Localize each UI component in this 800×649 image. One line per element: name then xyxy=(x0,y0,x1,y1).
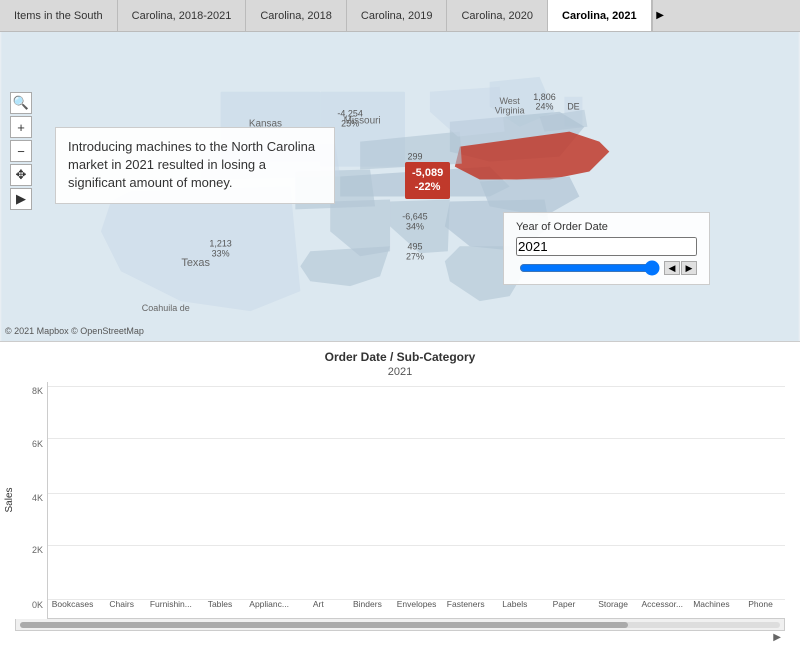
bars-container xyxy=(48,382,785,596)
bar-label: Labels xyxy=(490,596,539,618)
svg-text:34%: 34% xyxy=(406,221,424,231)
chart-area: Sales 8K 6K 4K 2K 0K Bookcase xyxy=(15,382,785,619)
tabs-bar: Items in the South Carolina, 2018-2021 C… xyxy=(0,0,800,32)
bar-label: Art xyxy=(294,596,343,618)
y-tick-4k: 4K xyxy=(32,493,43,503)
bar-label: Chairs xyxy=(97,596,146,618)
year-filter-label: Year of Order Date xyxy=(516,221,697,233)
svg-text:-6,645: -6,645 xyxy=(402,211,427,221)
bar-label: Paper xyxy=(539,596,588,618)
chart-subtitle: 2021 xyxy=(15,366,785,378)
tab-carolina-2018-2021[interactable]: Carolina, 2018-2021 xyxy=(118,0,247,31)
bar-label: Machines xyxy=(687,596,736,618)
bar-label: Storage xyxy=(589,596,638,618)
map-controls: 🔍 + − ✥ ▶ xyxy=(10,92,32,210)
search-button[interactable]: 🔍 xyxy=(10,92,32,114)
chart-title: Order Date / Sub-Category xyxy=(15,350,785,366)
tab-carolina-2018[interactable]: Carolina, 2018 xyxy=(246,0,347,31)
cursor-tool-button[interactable]: ✥ xyxy=(10,164,32,186)
zoom-out-button[interactable]: − xyxy=(10,140,32,162)
zoom-in-button[interactable]: + xyxy=(10,116,32,138)
scrollbar-area[interactable] xyxy=(15,619,785,631)
main-content: DE xyxy=(0,32,800,649)
svg-text:1,213: 1,213 xyxy=(209,238,231,248)
chart-section: Order Date / Sub-Category 2021 Sales 8K … xyxy=(0,342,800,649)
y-tick-2k: 2K xyxy=(32,545,43,555)
svg-text:27%: 27% xyxy=(406,251,424,261)
tab-carolina-2021[interactable]: Carolina, 2021 xyxy=(548,0,652,31)
year-slider[interactable] xyxy=(519,260,660,276)
year-next-button[interactable]: ▶ xyxy=(681,261,697,275)
svg-text:33%: 33% xyxy=(212,248,230,258)
year-filter: Year of Order Date ◀ ▶ xyxy=(503,212,710,285)
tab-next-arrow[interactable]: ▶ xyxy=(652,0,668,31)
annotation-box: Introducing machines to the North Caroli… xyxy=(55,127,335,204)
svg-text:Coahuila de: Coahuila de xyxy=(142,303,190,313)
bar-label: Tables xyxy=(195,596,244,618)
bar-label: Fasteners xyxy=(441,596,490,618)
bar-label: Binders xyxy=(343,596,392,618)
tab-items-south[interactable]: Items in the South xyxy=(0,0,118,31)
chart-bottom-controls[interactable]: ▶ xyxy=(15,631,785,644)
nc-value-label: -5,089 -22% xyxy=(405,162,450,199)
year-nav: ◀ ▶ xyxy=(516,260,697,276)
svg-text:299: 299 xyxy=(407,152,422,162)
bar-labels: BookcasesChairsFurnishin...TablesApplian… xyxy=(48,596,785,618)
bar-label: Bookcases xyxy=(48,596,97,618)
chart-plot: BookcasesChairsFurnishin...TablesApplian… xyxy=(47,382,785,619)
tab-carolina-2019[interactable]: Carolina, 2019 xyxy=(347,0,448,31)
y-tick-8k: 8K xyxy=(32,386,43,396)
navigate-button[interactable]: ▶ xyxy=(10,188,32,210)
bar-label: Applianc... xyxy=(245,596,294,618)
svg-text:Texas: Texas xyxy=(181,257,210,269)
svg-text:1,806: 1,806 xyxy=(533,92,555,102)
y-axis: Sales 8K 6K 4K 2K 0K xyxy=(15,382,47,619)
scrollbar-track[interactable] xyxy=(20,622,780,628)
svg-text:Missouri: Missouri xyxy=(344,116,381,127)
map-section: DE xyxy=(0,32,800,342)
svg-text:Virginia: Virginia xyxy=(495,106,525,116)
y-axis-label: Sales xyxy=(4,488,15,513)
bar-label: Envelopes xyxy=(392,596,441,618)
svg-text:DE: DE xyxy=(567,102,579,112)
svg-text:24%: 24% xyxy=(536,102,554,112)
y-tick-6k: 6K xyxy=(32,439,43,449)
y-tick-0k: 0K xyxy=(32,600,43,610)
bar-label: Phone xyxy=(736,596,785,618)
year-input[interactable] xyxy=(516,237,697,256)
scrollbar-thumb[interactable] xyxy=(20,622,628,628)
bar-label: Furnishin... xyxy=(146,596,195,618)
svg-text:West: West xyxy=(500,96,521,106)
svg-text:495: 495 xyxy=(407,241,422,251)
bar-label: Accessor... xyxy=(638,596,687,618)
tab-carolina-2020[interactable]: Carolina, 2020 xyxy=(447,0,548,31)
year-prev-button[interactable]: ◀ xyxy=(664,261,680,275)
map-attribution: © 2021 Mapbox © OpenStreetMap xyxy=(5,326,144,336)
